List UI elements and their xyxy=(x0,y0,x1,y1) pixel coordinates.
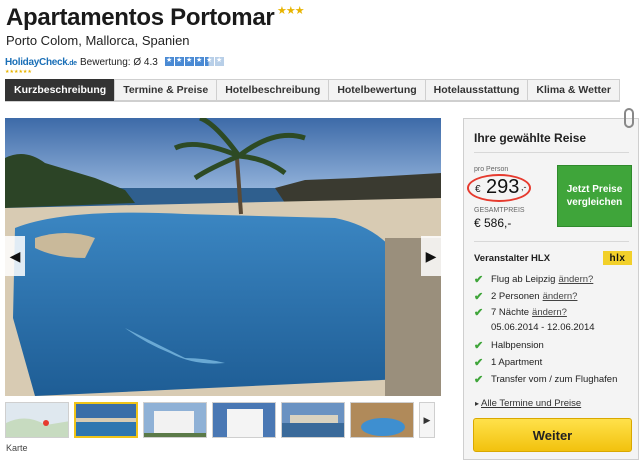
chevron-right-icon: ▶ xyxy=(425,247,437,264)
tab-hotelbewertung[interactable]: Hotelbewertung xyxy=(328,79,425,101)
travel-dates: 05.06.2014 - 12.06.2014 xyxy=(491,322,595,333)
divider xyxy=(474,241,629,242)
total-price-value: € 586,- xyxy=(474,216,512,230)
total-price-label: GESAMTPREIS xyxy=(474,207,525,214)
thumbnail-building-1[interactable] xyxy=(143,402,207,438)
per-person-label: pro Person xyxy=(474,166,509,173)
rating-box-4 xyxy=(195,56,204,66)
booking-title: Ihre gewählte Reise xyxy=(474,131,587,145)
tab-kurzbeschreibung[interactable]: Kurzbeschreibung xyxy=(5,79,115,101)
thumbnail-harbor[interactable] xyxy=(281,402,345,438)
check-icon: ✔ xyxy=(474,291,484,303)
feature-text: Halbpension xyxy=(491,340,544,351)
gallery-next-button[interactable]: ▶ xyxy=(421,236,441,276)
price-per-person: 293 xyxy=(486,176,520,198)
check-icon: ✔ xyxy=(474,274,484,286)
holidaycheck-logo-suffix: .de xyxy=(67,60,78,67)
gallery-prev-button[interactable]: ◀ xyxy=(5,236,25,276)
price-currency: € xyxy=(475,184,481,195)
feature-persons: ✔ 2 Personen ändern? xyxy=(474,290,577,303)
feature-nights: ✔ 7 Nächte ändern? xyxy=(474,306,567,319)
feature-board: ✔ Halbpension xyxy=(474,339,544,352)
tab-termine-preise[interactable]: Termine & Preise xyxy=(114,79,217,101)
divider xyxy=(474,152,629,153)
tab-hotelbeschreibung[interactable]: Hotelbeschreibung xyxy=(216,79,329,101)
rating-boxes xyxy=(165,56,224,67)
feature-text: 7 Nächte xyxy=(491,307,530,318)
holidaycheck-logo[interactable]: HolidayCheck.de ★★★★★★ xyxy=(5,52,78,75)
hotel-title: Apartamentos Portomar xyxy=(6,4,275,31)
all-dates-link[interactable]: Alle Termine und Preise xyxy=(475,398,581,409)
feature-text: Flug ab Leipzig xyxy=(491,274,556,285)
tab-klima-wetter[interactable]: Klima & Wetter xyxy=(527,79,620,101)
change-nights-link[interactable]: ändern? xyxy=(532,307,567,318)
rating-box-1 xyxy=(165,56,174,66)
rating-box-2 xyxy=(175,56,184,66)
tab-bar: Kurzbeschreibung Termine & Preise Hotelb… xyxy=(5,79,620,102)
holidaycheck-logo-text: HolidayCheck xyxy=(5,57,68,68)
check-icon: ✔ xyxy=(474,307,484,319)
holidaycheck-logo-stars: ★★★★★★ xyxy=(5,69,32,75)
rating-box-5 xyxy=(205,56,214,66)
change-persons-link[interactable]: ändern? xyxy=(543,291,578,302)
feature-transfer: ✔ Transfer vom / zum Flughafen xyxy=(474,373,617,386)
price-cents: ,- xyxy=(521,182,527,192)
feature-flight: ✔ Flug ab Leipzig ändern? xyxy=(474,273,593,286)
organizer-label: Veranstalter HLX xyxy=(474,253,551,264)
feature-room: ✔ 1 Apartment xyxy=(474,356,542,369)
rating-label: Bewertung: Ø 4.3 xyxy=(80,57,158,68)
thumbnail-building-2[interactable] xyxy=(212,402,276,438)
rating-box-6 xyxy=(215,56,224,66)
thumbnail-map[interactable] xyxy=(5,402,69,438)
thumbnail-pool[interactable] xyxy=(74,402,138,438)
paperclip-icon xyxy=(624,108,634,128)
thumbnail-pool-2[interactable] xyxy=(350,402,414,438)
hotel-stars: ★★★ xyxy=(277,5,305,17)
check-icon: ✔ xyxy=(474,374,484,386)
compare-prices-button[interactable]: Jetzt Preise vergleichen xyxy=(557,165,632,227)
hlx-logo: hlx xyxy=(603,251,632,265)
thumbnail-more-button[interactable]: ▶ xyxy=(419,402,435,438)
main-photo xyxy=(5,118,441,396)
change-flight-link[interactable]: ändern? xyxy=(558,274,593,285)
check-icon: ✔ xyxy=(474,340,484,352)
feature-text: Transfer vom / zum Flughafen xyxy=(491,374,618,385)
feature-text: 1 Apartment xyxy=(491,357,543,368)
thumbnail-strip: ▶ xyxy=(5,402,435,440)
chevron-left-icon: ◀ xyxy=(9,247,21,264)
continue-button[interactable]: Weiter xyxy=(473,418,632,452)
rating-box-3 xyxy=(185,56,194,66)
check-icon: ✔ xyxy=(474,357,484,369)
hotel-location: Porto Colom, Mallorca, Spanien xyxy=(6,33,190,48)
tab-hotelausstattung[interactable]: Hotelausstattung xyxy=(424,79,528,101)
chevron-right-icon: ▶ xyxy=(423,414,431,425)
thumbnail-caption: Karte xyxy=(6,443,28,453)
feature-text: 2 Personen xyxy=(491,291,540,302)
